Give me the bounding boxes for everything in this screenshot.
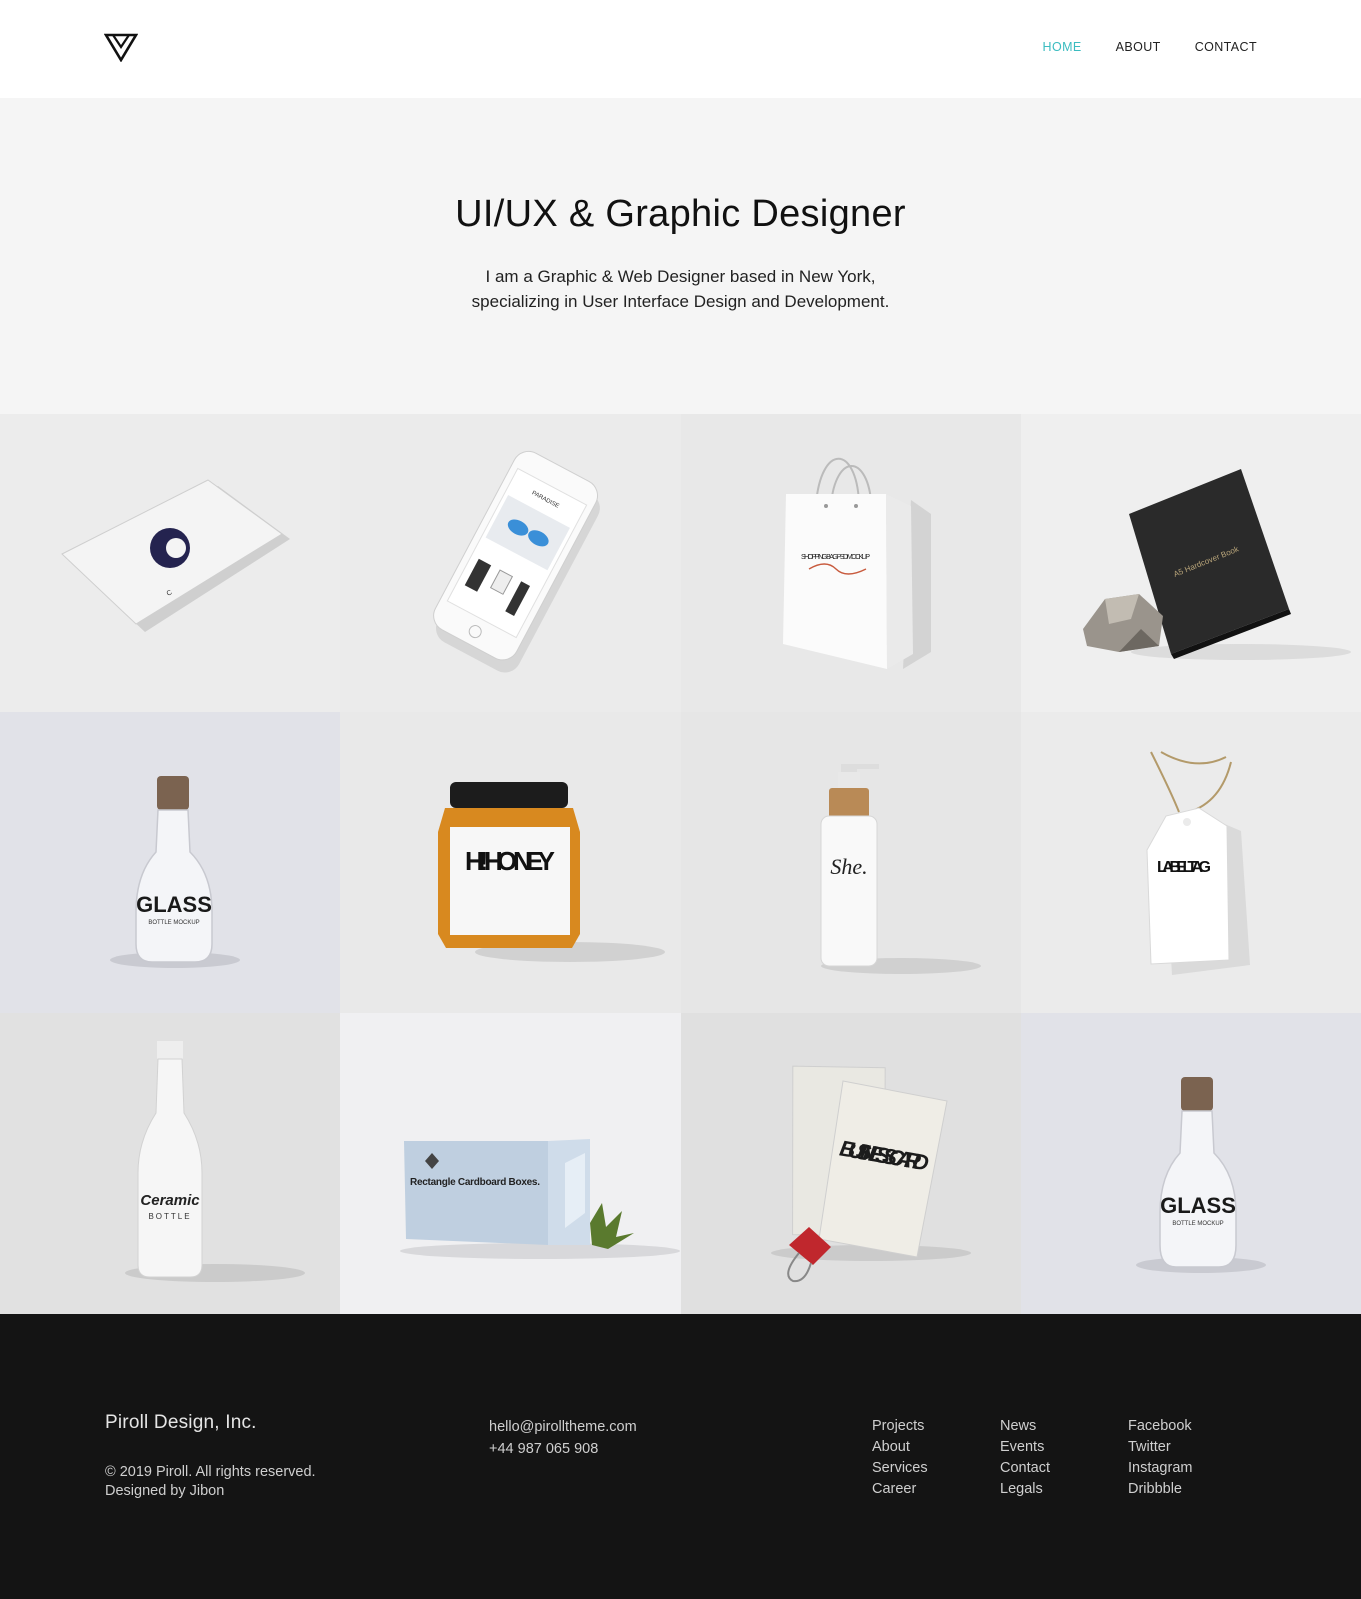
business-card-mockup-icon: C <box>61 479 290 632</box>
footer-email[interactable]: hello@pirolltheme.com <box>489 1416 637 1438</box>
glass-bottle-mockup-icon: GLASS BOTTLE MOCKUP <box>1136 1077 1266 1273</box>
hero-line-2: specializing in User Interface Design an… <box>471 292 890 311</box>
footer-copyright-block: © 2019 Piroll. All rights reserved. Desi… <box>105 1463 316 1501</box>
footer-links-col-3: Facebook Twitter Instagram Dribbble <box>1128 1416 1192 1500</box>
footer-link-dribbble[interactable]: Dribbble <box>1128 1481 1182 1497</box>
footer-brand: Piroll Design, Inc. <box>105 1412 257 1433</box>
portfolio-item-glass-bottle[interactable]: GLASS BOTTLE MOCKUP <box>0 712 340 1013</box>
footer-contact: hello@pirolltheme.com +44 987 065 908 <box>489 1416 637 1460</box>
footer-link-services[interactable]: Services <box>872 1460 928 1476</box>
ceramic-bottle-mockup-icon: Ceramic BOTTLE <box>125 1041 305 1282</box>
footer-link-twitter[interactable]: Twitter <box>1128 1439 1171 1455</box>
tile-text: GLASS <box>1160 1193 1236 1218</box>
glass-bottle-mockup-icon: GLASS BOTTLE MOCKUP <box>110 776 240 968</box>
hardcover-book-mockup-icon: A5 Hardcover Book <box>1083 469 1351 660</box>
tile-text: HI! HO NEY <box>465 846 555 876</box>
portfolio-item-business-cards[interactable]: BUSI NESS CARD <box>681 1013 1021 1314</box>
site-header: HOME ABOUT CONTACT <box>0 0 1361 98</box>
tile-text: SHOPPING BAG PSD MOCKUP <box>801 554 871 561</box>
tile-text: Ceramic <box>140 1192 200 1209</box>
footer-link-contact[interactable]: Contact <box>1000 1460 1050 1476</box>
portfolio-item-ceramic-bottle[interactable]: Ceramic BOTTLE <box>0 1013 340 1314</box>
logo-icon[interactable] <box>104 32 138 62</box>
portfolio-item-smartphone[interactable]: PARADISE <box>340 414 681 712</box>
tile-text: GLASS <box>136 892 212 917</box>
nav-contact[interactable]: CONTACT <box>1195 40 1257 54</box>
tile-subtext: BOTTLE MOCKUP <box>148 920 199 926</box>
tile-subtext: BOTTLE MOCKUP <box>1172 1221 1223 1227</box>
nav-home[interactable]: HOME <box>1043 40 1082 54</box>
portfolio-item-label-tag[interactable]: LAB EL TAG <box>1021 712 1361 1013</box>
hero-description: I am a Graphic & Web Designer based in N… <box>0 264 1361 314</box>
footer-link-events[interactable]: Events <box>1000 1439 1044 1455</box>
portfolio-item-pump-bottle[interactable]: She. <box>681 712 1021 1013</box>
tile-text: She. <box>830 854 867 879</box>
tile-text: LAB EL TAG <box>1157 859 1217 876</box>
cardboard-box-mockup-icon: Rectangle Cardboard Boxes. <box>400 1139 680 1259</box>
footer-link-facebook[interactable]: Facebook <box>1128 1418 1192 1434</box>
honey-jar-mockup-icon: HI! HO NEY <box>438 782 665 962</box>
footer-links-col-1: Projects About Services Career <box>872 1416 928 1500</box>
footer-phone: +44 987 065 908 <box>489 1441 599 1457</box>
tile-subtext: BOTTLE <box>148 1212 191 1221</box>
portfolio-grid: C PARADISE SHOPPING BAG PSD MOCKUP A5 Ha… <box>0 414 1361 1314</box>
footer-links-col-2: News Events Contact Legals <box>1000 1416 1050 1500</box>
hero-section: UI/UX & Graphic Designer I am a Graphic … <box>0 98 1361 414</box>
pump-bottle-mockup-icon: She. <box>820 764 981 974</box>
site-footer: Piroll Design, Inc. © 2019 Piroll. All r… <box>0 1314 1361 1599</box>
portfolio-item-cardboard-box[interactable]: Rectangle Cardboard Boxes. <box>340 1013 681 1314</box>
label-tag-mockup-icon: LAB EL TAG <box>1146 751 1250 975</box>
portfolio-item-hardcover-book[interactable]: A5 Hardcover Book <box>1021 414 1361 712</box>
business-card-stack-icon: BUSI NESS CARD <box>771 1065 971 1283</box>
portfolio-item-shopping-bag[interactable]: SHOPPING BAG PSD MOCKUP <box>681 414 1021 712</box>
hero-line-1: I am a Graphic & Web Designer based in N… <box>485 267 876 286</box>
footer-link-career[interactable]: Career <box>872 1481 916 1497</box>
nav-about[interactable]: ABOUT <box>1116 40 1161 54</box>
footer-credit: Designed by Jibon <box>105 1483 225 1499</box>
footer-link-projects[interactable]: Projects <box>872 1418 924 1434</box>
footer-copyright: © 2019 Piroll. All rights reserved. <box>105 1464 316 1480</box>
tile-text: Rectangle Cardboard Boxes. <box>410 1177 540 1188</box>
shopping-bag-mockup-icon: SHOPPING BAG PSD MOCKUP <box>783 457 931 669</box>
portfolio-item-business-card[interactable]: C <box>0 414 340 712</box>
footer-link-legals[interactable]: Legals <box>1000 1481 1043 1497</box>
portfolio-item-honey-jar[interactable]: HI! HO NEY <box>340 712 681 1013</box>
hero-title: UI/UX & Graphic Designer <box>455 193 906 235</box>
footer-link-instagram[interactable]: Instagram <box>1128 1460 1192 1476</box>
main-nav: HOME ABOUT CONTACT <box>1043 40 1257 54</box>
footer-link-about[interactable]: About <box>872 1439 910 1455</box>
portfolio-item-glass-bottle-2[interactable]: GLASS BOTTLE MOCKUP <box>1021 1013 1361 1314</box>
footer-link-news[interactable]: News <box>1000 1418 1036 1434</box>
smartphone-mockup-icon: PARADISE <box>433 450 600 673</box>
